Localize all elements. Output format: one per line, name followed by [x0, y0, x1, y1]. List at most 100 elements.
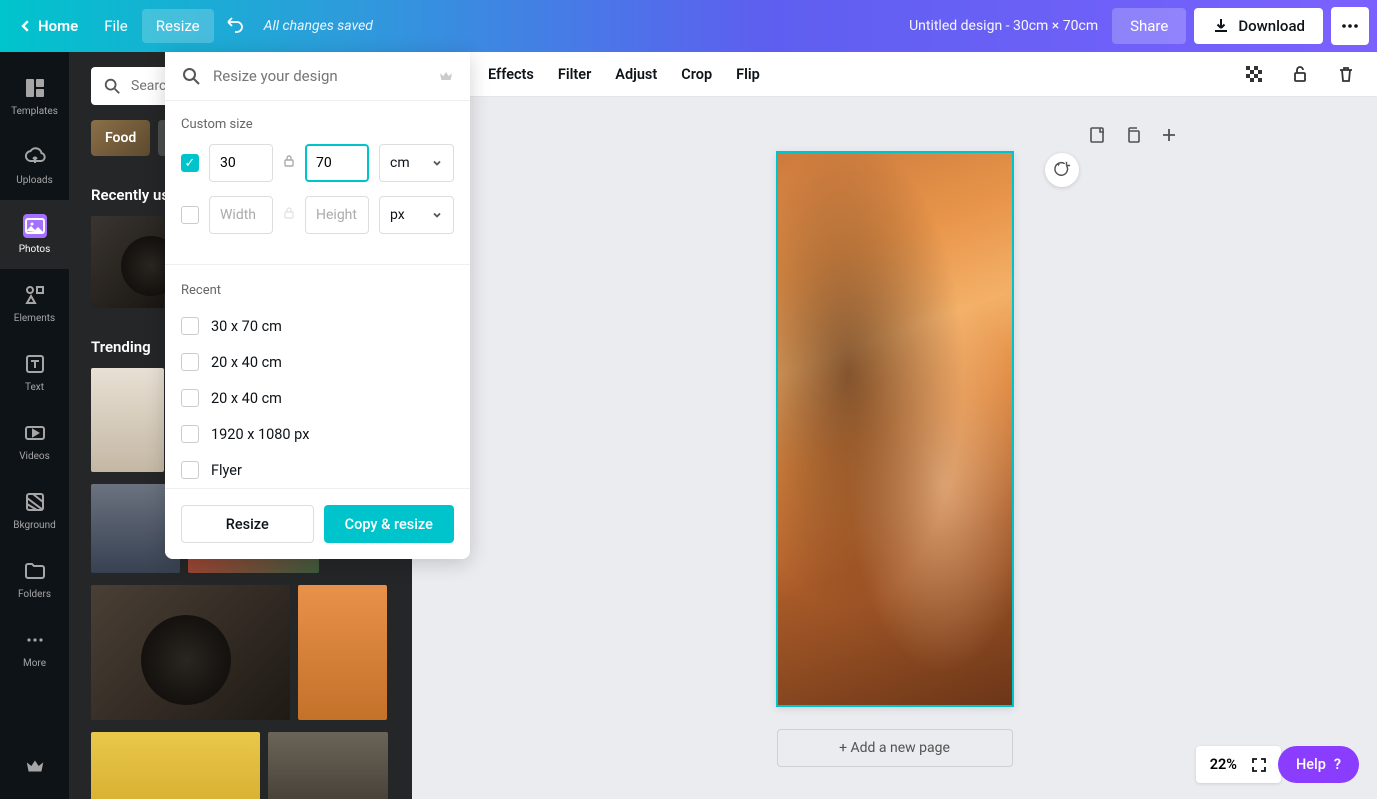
recent-size-item[interactable]: 30 x 70 cm	[181, 308, 454, 344]
photo-thumb[interactable]	[91, 585, 290, 720]
sidebar-item-text[interactable]: Text	[0, 338, 69, 407]
sidebar-item-videos[interactable]: Videos	[0, 407, 69, 476]
sidebar-item-label: Videos	[19, 451, 50, 462]
sidebar-item-label: Elements	[14, 313, 55, 324]
sidebar-item-label: Photos	[19, 244, 51, 255]
adjust-button[interactable]: Adjust	[615, 66, 657, 83]
download-button[interactable]: Download	[1194, 8, 1323, 44]
sidebar-item-photos[interactable]: Photos	[0, 200, 69, 269]
sidebar-item-label: Bkground	[13, 520, 56, 531]
transparency-icon	[1244, 64, 1264, 84]
download-icon	[1212, 17, 1230, 35]
recent-size-item[interactable]: 20 x 40 cm	[181, 344, 454, 380]
upgrade-button[interactable]	[24, 755, 46, 781]
sidebar-item-more[interactable]: More	[0, 614, 69, 683]
download-label: Download	[1238, 17, 1305, 35]
more-button[interactable]	[1331, 7, 1369, 45]
notes-icon	[1087, 125, 1107, 145]
unit-label: px	[390, 207, 405, 223]
sidebar-item-background[interactable]: Bkground	[0, 476, 69, 545]
checkbox[interactable]	[181, 461, 199, 479]
image-toolbar: Effects Filter Adjust Crop Flip	[412, 52, 1377, 97]
recent-size-label: 30 x 70 cm	[211, 318, 282, 335]
crown-icon	[438, 68, 454, 84]
zoom-value: 22%	[1210, 756, 1237, 773]
width-input[interactable]	[209, 144, 273, 182]
chevron-left-icon	[20, 20, 32, 32]
background-icon	[23, 490, 47, 514]
photo-thumb[interactable]	[91, 368, 164, 472]
search-icon	[181, 66, 201, 86]
flip-button[interactable]: Flip	[736, 66, 760, 83]
text-icon	[23, 352, 47, 376]
height-input-2[interactable]	[305, 196, 369, 234]
save-status: All changes saved	[264, 18, 373, 34]
lock-aspect-icon[interactable]	[283, 206, 295, 224]
width-input-2[interactable]	[209, 196, 273, 234]
lock-aspect-icon[interactable]	[283, 154, 295, 172]
resize-menu[interactable]: Resize	[142, 9, 214, 43]
secondary-size-checkbox[interactable]	[181, 206, 199, 224]
elements-icon	[23, 283, 47, 307]
sidebar-item-label: Text	[25, 382, 44, 393]
custom-size-checkbox[interactable]: ✓	[181, 154, 199, 172]
folders-icon	[23, 559, 47, 583]
sidebar-item-uploads[interactable]: Uploads	[0, 131, 69, 200]
design-canvas[interactable]	[776, 151, 1014, 707]
share-button[interactable]: Share	[1112, 8, 1186, 44]
videos-icon	[23, 421, 47, 445]
recent-size-item[interactable]: 1920 x 1080 px	[181, 416, 454, 452]
undo-button[interactable]	[214, 6, 254, 46]
sidebar-item-templates[interactable]: Templates	[0, 62, 69, 131]
sidebar-item-label: More	[23, 658, 46, 669]
height-input[interactable]	[305, 144, 369, 182]
home-button[interactable]: Home	[8, 9, 90, 43]
zoom-control[interactable]: 22%	[1196, 746, 1281, 783]
filter-button[interactable]: Filter	[558, 66, 591, 83]
help-button[interactable]: Help ?	[1278, 746, 1359, 783]
regenerate-button[interactable]	[1045, 153, 1079, 187]
duplicate-page-button[interactable]	[1121, 123, 1145, 147]
recent-size-item[interactable]: 20 x 40 cm	[181, 380, 454, 416]
checkbox[interactable]	[181, 425, 199, 443]
effects-button[interactable]: Effects	[488, 66, 534, 83]
canvas-area: + Add a new page 22% Help ?	[412, 97, 1377, 799]
recent-label: Recent	[181, 283, 454, 298]
add-new-page-button[interactable]: + Add a new page	[777, 729, 1013, 767]
chip-food[interactable]: Food	[91, 120, 150, 156]
top-bar: Home File Resize All changes saved Untit…	[0, 0, 1377, 52]
photo-thumb[interactable]	[91, 732, 260, 799]
crop-button[interactable]: Crop	[681, 66, 712, 83]
checkbox[interactable]	[181, 317, 199, 335]
unit-select-px[interactable]: px	[379, 196, 454, 234]
sidebar-item-folders[interactable]: Folders	[0, 545, 69, 614]
sidebar-item-label: Templates	[11, 106, 58, 117]
photo-thumb[interactable]	[91, 216, 164, 308]
sidebar-item-elements[interactable]: Elements	[0, 269, 69, 338]
recent-size-label: 1920 x 1080 px	[211, 426, 309, 443]
checkbox[interactable]	[181, 353, 199, 371]
left-sidebar: Templates Uploads Photos Elements Text V…	[0, 52, 69, 799]
transparency-button[interactable]	[1243, 63, 1265, 85]
unit-label: cm	[390, 155, 410, 171]
document-name[interactable]: Untitled design - 30cm × 70cm	[909, 18, 1098, 34]
copy-resize-button[interactable]: Copy & resize	[324, 505, 455, 543]
custom-size-label: Custom size	[181, 117, 454, 132]
chevron-down-icon	[431, 209, 443, 221]
search-icon	[103, 77, 121, 95]
photo-thumb[interactable]	[298, 585, 387, 720]
resize-button[interactable]: Resize	[181, 505, 314, 543]
lock-open-icon	[1290, 64, 1310, 84]
photos-icon	[23, 214, 47, 238]
page-tools	[1085, 123, 1181, 147]
file-menu[interactable]: File	[90, 9, 142, 43]
recent-size-item[interactable]: Flyer	[181, 452, 454, 488]
unit-select-cm[interactable]: cm	[379, 144, 454, 182]
resize-search-input[interactable]	[213, 67, 426, 85]
add-page-button[interactable]	[1157, 123, 1181, 147]
delete-button[interactable]	[1335, 63, 1357, 85]
checkbox[interactable]	[181, 389, 199, 407]
photo-thumb[interactable]	[268, 732, 388, 799]
lock-button[interactable]	[1289, 63, 1311, 85]
notes-button[interactable]	[1085, 123, 1109, 147]
